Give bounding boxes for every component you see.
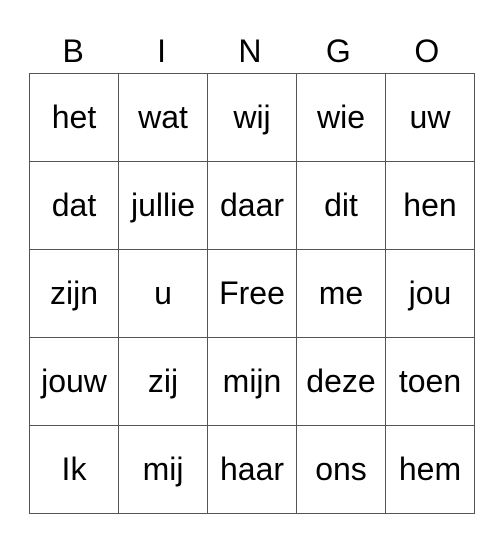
bingo-cell[interactable]: wie [296, 73, 386, 162]
bingo-cell[interactable]: Ik [29, 425, 119, 514]
bingo-cell[interactable]: het [29, 73, 119, 162]
bingo-card: het wat wij wie uw dat jullie daar dit h… [29, 73, 475, 514]
bingo-cell[interactable]: zijn [29, 249, 119, 338]
bingo-cell[interactable]: dit [296, 161, 386, 250]
header-letter: I [157, 33, 167, 69]
bingo-cell[interactable]: mij [118, 425, 208, 514]
bingo-row: jouw zij mijn deze toen [29, 337, 475, 426]
bingo-cell[interactable]: hen [385, 161, 475, 250]
bingo-row: het wat wij wie uw [29, 73, 475, 162]
bingo-cell[interactable]: daar [207, 161, 297, 250]
bingo-cell[interactable]: haar [207, 425, 297, 514]
header-letter: N [238, 33, 262, 69]
bingo-cell[interactable]: wat [118, 73, 208, 162]
bingo-cell[interactable]: me [296, 249, 386, 338]
header-letter: O [414, 33, 440, 69]
bingo-row: Ik mij haar ons hem [29, 425, 475, 514]
bingo-cell[interactable]: uw [385, 73, 475, 162]
bingo-cell[interactable]: deze [296, 337, 386, 426]
bingo-cell[interactable]: wij [207, 73, 297, 162]
bingo-cell[interactable]: jou [385, 249, 475, 338]
free-space-cell[interactable]: Free [207, 249, 297, 338]
bingo-cell[interactable]: zij [118, 337, 208, 426]
header-letter: G [325, 33, 351, 69]
header-letter: B [62, 33, 84, 69]
bingo-cell[interactable]: mijn [207, 337, 297, 426]
bingo-cell[interactable]: dat [29, 161, 119, 250]
bingo-cell[interactable]: toen [385, 337, 475, 426]
bingo-cell[interactable]: u [118, 249, 208, 338]
bingo-cell[interactable]: jullie [118, 161, 208, 250]
bingo-cell[interactable]: jouw [29, 337, 119, 426]
bingo-header: B I N G O [29, 30, 471, 72]
bingo-cell[interactable]: ons [296, 425, 386, 514]
bingo-cell[interactable]: hem [385, 425, 475, 514]
bingo-row: zijn u Free me jou [29, 249, 475, 338]
bingo-row: dat jullie daar dit hen [29, 161, 475, 250]
